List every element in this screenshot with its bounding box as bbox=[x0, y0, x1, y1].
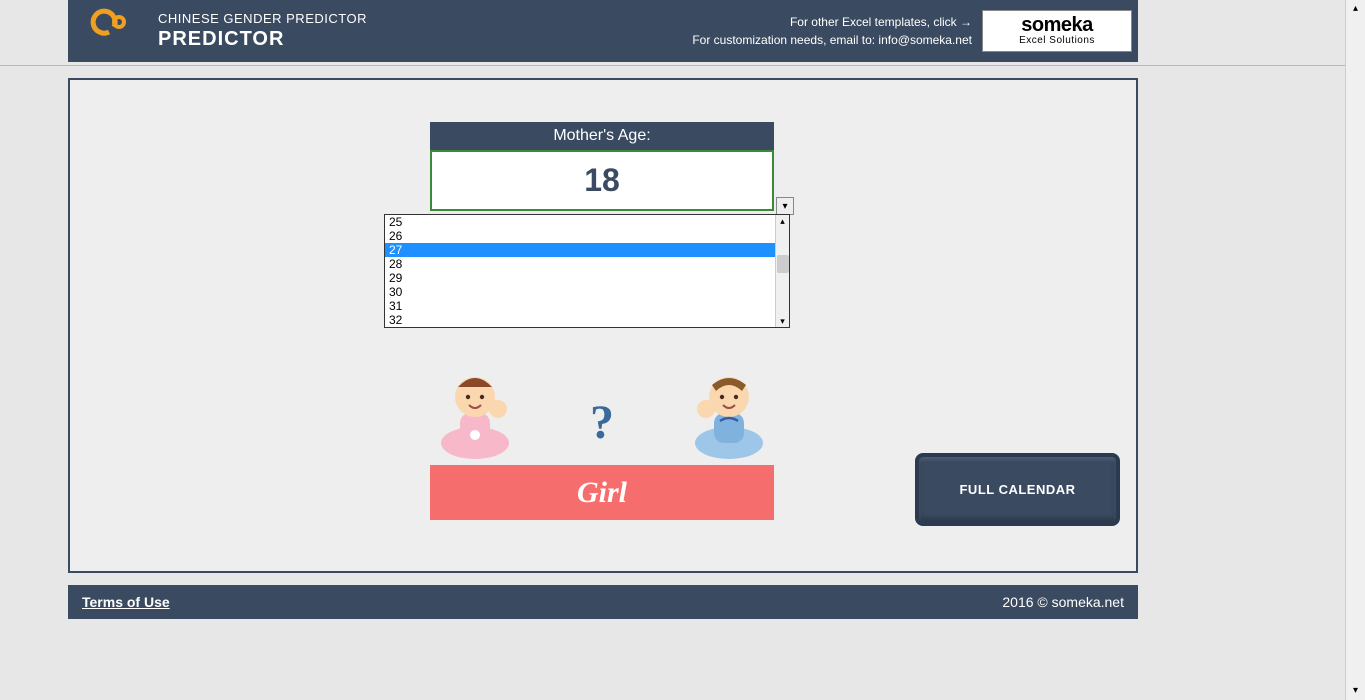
window-scroll-down-icon[interactable]: ▾ bbox=[1346, 682, 1365, 700]
dropdown-list[interactable]: 2526272829303132 ▴ ▾ bbox=[384, 214, 790, 328]
result-banner: Girl bbox=[430, 465, 774, 520]
question-mark-icon: ? bbox=[590, 395, 614, 450]
customization-email: For customization needs, email to: info@… bbox=[692, 31, 972, 49]
main-panel: Mother's Age: 18 ▾ 2526272829303132 ▴ ▾ bbox=[68, 78, 1138, 573]
age-value[interactable]: 18 bbox=[430, 150, 774, 211]
other-templates-link[interactable]: For other Excel templates, click → bbox=[692, 13, 972, 31]
dropdown-option[interactable]: 27 bbox=[385, 243, 789, 257]
dropdown-option[interactable]: 32 bbox=[385, 313, 789, 327]
chevron-down-icon: ▾ bbox=[782, 201, 787, 212]
full-calendar-button[interactable]: FULL CALENDAR bbox=[915, 453, 1120, 526]
header-subtitle: CHINESE GENDER PREDICTOR bbox=[158, 11, 367, 26]
terms-of-use-link[interactable]: Terms of Use bbox=[82, 594, 170, 610]
dropdown-toggle-button[interactable]: ▾ bbox=[776, 197, 794, 215]
dropdown-scrollbar[interactable]: ▴ ▾ bbox=[775, 215, 789, 327]
boy-baby-icon bbox=[684, 365, 774, 460]
footer-bar: Terms of Use 2016 © someka.net bbox=[68, 585, 1138, 619]
header-info-text: For other Excel templates, click → For c… bbox=[692, 13, 982, 49]
scroll-down-icon[interactable]: ▾ bbox=[776, 315, 789, 327]
age-label: Mother's Age: bbox=[430, 122, 774, 150]
scroll-thumb[interactable] bbox=[777, 255, 789, 273]
page-divider bbox=[0, 65, 1345, 66]
pacifier-icon bbox=[68, 0, 158, 62]
someka-logo[interactable]: someka Excel Solutions bbox=[982, 10, 1132, 52]
window-scroll-up-icon[interactable]: ▴ bbox=[1346, 0, 1365, 18]
babies-row: ? bbox=[430, 350, 774, 460]
scroll-up-icon[interactable]: ▴ bbox=[776, 215, 789, 227]
dropdown-option[interactable]: 30 bbox=[385, 285, 789, 299]
girl-baby-icon bbox=[430, 365, 520, 460]
brand-tag: Excel Solutions bbox=[1019, 35, 1095, 46]
window-scrollbar[interactable]: ▴ ▾ bbox=[1345, 0, 1365, 700]
brand-name: someka bbox=[1021, 16, 1093, 34]
dropdown-option[interactable]: 28 bbox=[385, 257, 789, 271]
dropdown-option[interactable]: 29 bbox=[385, 271, 789, 285]
header-titles: CHINESE GENDER PREDICTOR PREDICTOR bbox=[158, 11, 367, 51]
header-title: PREDICTOR bbox=[158, 28, 367, 51]
dropdown-option[interactable]: 26 bbox=[385, 229, 789, 243]
header-bar: CHINESE GENDER PREDICTOR PREDICTOR For o… bbox=[68, 0, 1138, 62]
age-input-group: Mother's Age: 18 bbox=[430, 122, 774, 211]
dropdown-option[interactable]: 31 bbox=[385, 299, 789, 313]
dropdown-option[interactable]: 25 bbox=[385, 215, 789, 229]
copyright-text: 2016 © someka.net bbox=[1002, 594, 1124, 610]
